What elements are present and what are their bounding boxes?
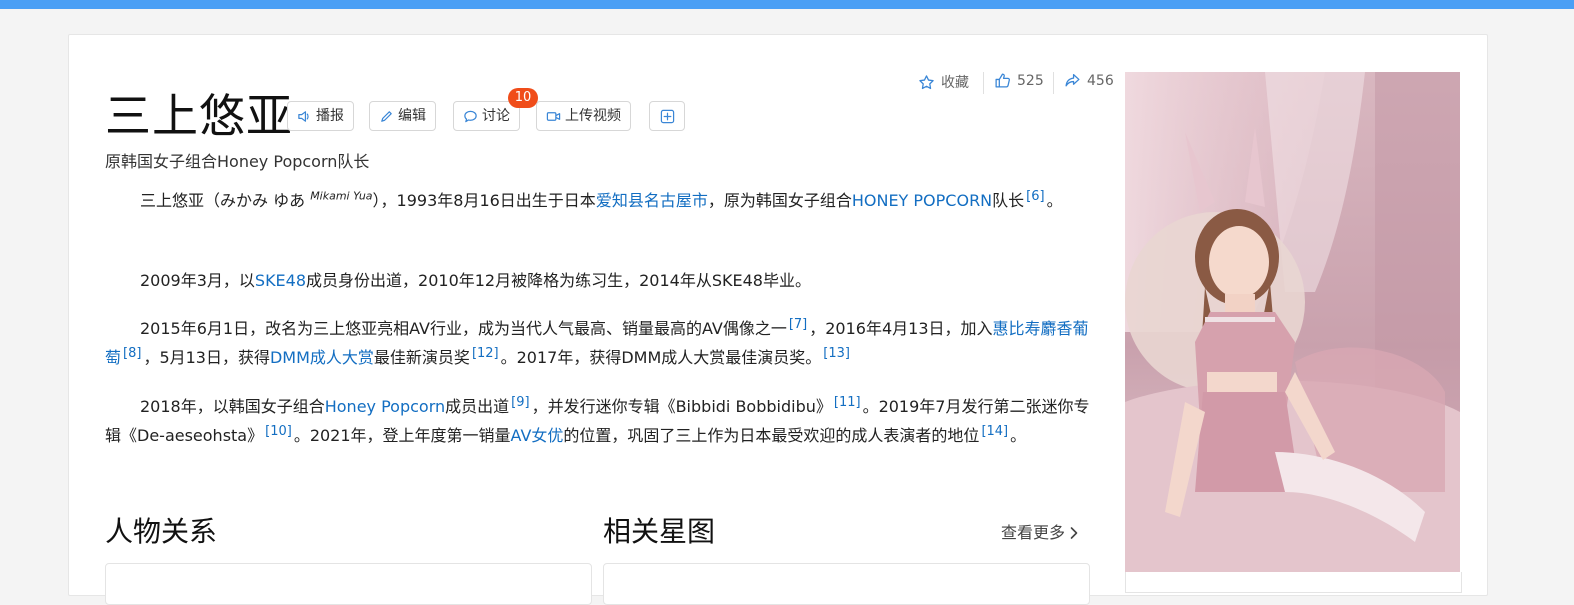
text: ），1993年8月16日出生于日本 xyxy=(372,191,596,210)
portrait-illustration xyxy=(1125,72,1460,572)
text: ，2016年4月13日，加入 xyxy=(809,319,993,338)
link-av-actress[interactable]: AV女优 xyxy=(511,426,564,445)
text: 最佳新演员奖 xyxy=(373,348,470,367)
link-honey-popcorn-group[interactable]: Honey Popcorn xyxy=(325,397,445,416)
text: 2009年3月，以 xyxy=(140,271,255,290)
like-button[interactable]: 525 xyxy=(994,72,1044,89)
share-arrow-icon xyxy=(1065,74,1080,87)
thumbs-up-icon xyxy=(995,73,1010,88)
reference-link[interactable]: [7] xyxy=(789,317,807,332)
reference-link[interactable]: [12] xyxy=(472,346,499,361)
discuss-count-badge: 10 xyxy=(508,88,538,108)
video-camera-icon xyxy=(546,111,561,121)
favorite-label: 收藏 xyxy=(941,75,969,91)
chat-bubble-icon xyxy=(464,110,477,122)
section-title-star-map: 相关星图 xyxy=(603,515,716,548)
share-button[interactable]: 456 xyxy=(1064,72,1114,89)
text: 。2017年，获得DMM成人大赏最佳演员奖。 xyxy=(500,348,822,367)
page-title: 三上悠亚 xyxy=(105,89,293,143)
action-divider xyxy=(983,72,984,94)
upload-video-label: 上传视频 xyxy=(565,108,621,124)
link-aichi-nagoya[interactable]: 爱知县名古屋市 xyxy=(596,191,708,210)
romaji-name: Mikami Yua xyxy=(310,189,373,203)
favorite-button[interactable]: 收藏 xyxy=(918,72,969,92)
section-title-relations: 人物关系 xyxy=(105,515,218,548)
reference-link[interactable]: [14] xyxy=(981,424,1008,439)
action-divider xyxy=(1053,72,1054,94)
portrait-image[interactable] xyxy=(1125,72,1460,572)
reference-link[interactable]: [10] xyxy=(265,424,292,439)
paragraph-career: 2015年6月1日，改名为三上悠亚亮相AV行业，成为当代人气最高、销量最高的AV… xyxy=(105,314,1090,372)
view-more-link[interactable]: 查看更多 xyxy=(1001,522,1079,544)
paragraph-music: 2018年，以韩国女子组合Honey Popcorn成员出道 [9] ，并发行迷你专… xyxy=(105,392,1090,450)
paragraph-intro: 三上悠亚（みかみ ゆあ Mikami Yua），1993年8月16日出生于日本爱… xyxy=(105,186,1090,215)
text: ，并发行迷你专辑《Bibbidi Bobbidibu》 xyxy=(531,397,832,416)
text: 。2021年，登上年度第一销量 xyxy=(293,426,511,445)
chevron-right-icon xyxy=(1070,527,1078,539)
text: 2018年，以韩国女子组合 xyxy=(140,397,325,416)
speaker-icon xyxy=(298,110,309,122)
text: 队长 xyxy=(992,191,1025,210)
image-caption-bar xyxy=(1125,572,1462,593)
link-dmm-award[interactable]: DMM成人大赏 xyxy=(270,348,374,367)
pencil-icon xyxy=(381,110,392,122)
reference-link[interactable]: [9] xyxy=(511,395,529,410)
edit-label: 编辑 xyxy=(398,108,426,124)
reference-link[interactable]: [13] xyxy=(823,346,850,361)
text: 三上悠亚（みかみ ゆあ xyxy=(140,191,306,210)
share-count: 456 xyxy=(1087,72,1114,89)
star-map-panel xyxy=(603,563,1090,605)
text: 。 xyxy=(1010,426,1027,445)
reference-link[interactable]: [11] xyxy=(834,395,861,410)
discuss-label: 讨论 xyxy=(482,108,510,124)
discuss-button[interactable]: 讨论 xyxy=(453,101,520,131)
text: 成员出道 xyxy=(445,397,510,416)
link-honey-popcorn[interactable]: HONEY POPCORN xyxy=(852,191,992,210)
plus-box-icon xyxy=(660,109,674,123)
top-accent-bar xyxy=(0,0,1574,9)
text: ，5月13日，获得 xyxy=(143,348,270,367)
reference-link[interactable]: [6] xyxy=(1026,189,1044,204)
subtitle: 原韩国女子组合Honey Popcorn队长 xyxy=(105,152,370,171)
star-icon xyxy=(919,74,934,89)
add-button[interactable] xyxy=(649,101,685,131)
view-more-label: 查看更多 xyxy=(1001,523,1066,542)
text: 。 xyxy=(1046,191,1063,210)
paragraph-debut: 2009年3月，以SKE48成员身份出道，2010年12月被降格为练习生，201… xyxy=(105,266,1090,295)
edit-button[interactable]: 编辑 xyxy=(369,101,436,131)
broadcast-button[interactable]: 播报 xyxy=(287,101,354,131)
reference-link[interactable]: [8] xyxy=(123,346,141,361)
text: ，原为韩国女子组合 xyxy=(707,191,852,210)
text: 的位置，巩固了三上作为日本最受欢迎的成人表演者的地位 xyxy=(563,426,980,445)
relations-panel xyxy=(105,563,592,605)
broadcast-label: 播报 xyxy=(316,108,344,124)
text: 2015年6月1日，改名为三上悠亚亮相AV行业，成为当代人气最高、销量最高的AV… xyxy=(140,319,787,338)
link-ske48[interactable]: SKE48 xyxy=(255,271,306,290)
like-count: 525 xyxy=(1017,72,1044,89)
upload-video-button[interactable]: 上传视频 xyxy=(536,101,631,131)
text: 成员身份出道，2010年12月被降格为练习生，2014年从SKE48毕业。 xyxy=(306,271,811,290)
